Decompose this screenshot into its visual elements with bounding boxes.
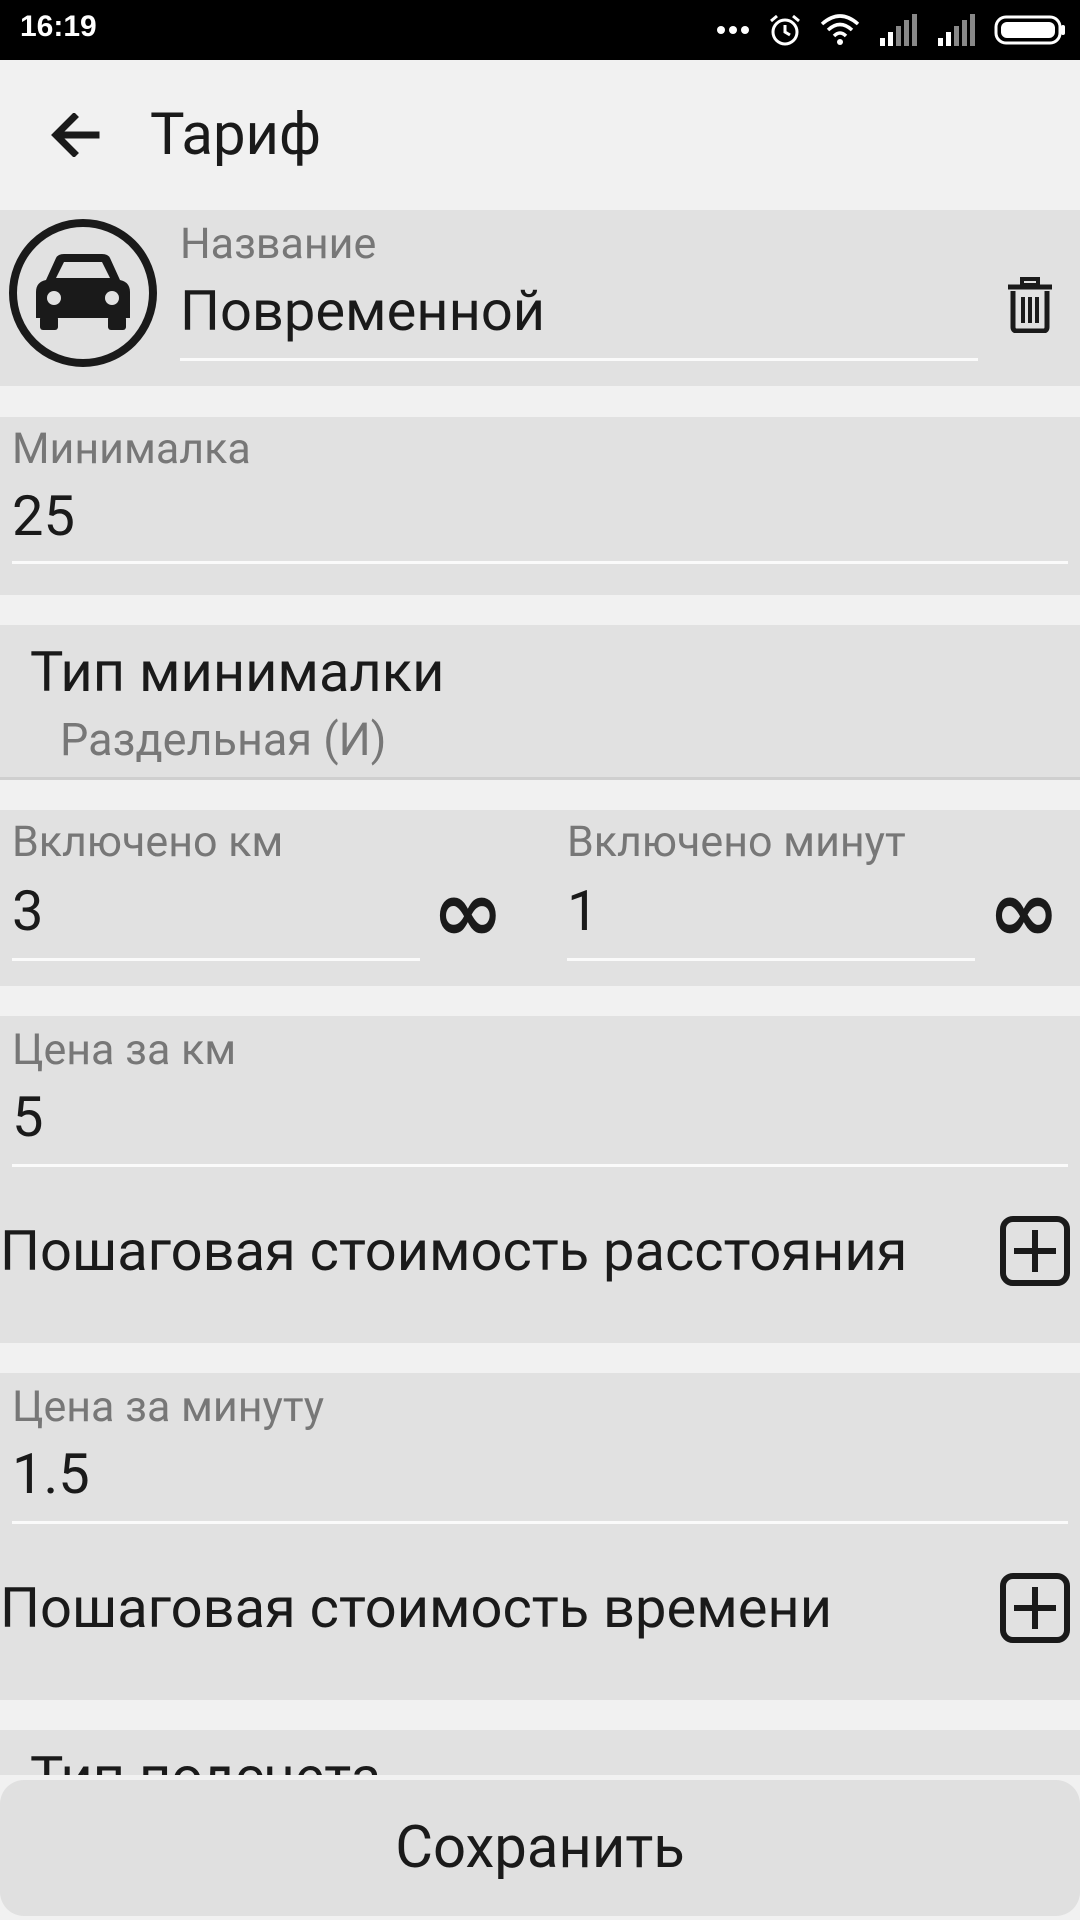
min-type-divider <box>0 777 1080 780</box>
distance-card: Цена за км 5 Пошаговая стоимость расстоя… <box>0 1016 1080 1343</box>
trash-icon <box>1008 277 1052 333</box>
plus-box-icon[interactable] <box>1000 1573 1070 1643</box>
alarm-icon <box>770 14 800 46</box>
calc-type-title: Тип подсчета <box>30 1742 381 1775</box>
min-price-underline <box>12 561 1068 564</box>
signal-icon-2 <box>938 14 975 46</box>
price-min-underline <box>12 1521 1068 1524</box>
calc-type-selector[interactable]: Тип подсчета <box>0 1730 1080 1775</box>
min-type-title: Тип минималки <box>30 639 445 705</box>
included-min-label: Включено минут <box>567 817 906 867</box>
included-min-infinity-button[interactable]: ∞ <box>988 869 1060 955</box>
min-price-input[interactable]: 25 <box>12 483 75 549</box>
wifi-icon <box>820 14 860 45</box>
tariff-form: Название Повременной Минималка 25 Тип ми… <box>0 210 1080 1775</box>
name-card: Название Повременной <box>0 210 1080 386</box>
included-min-input[interactable]: 1 <box>567 878 598 944</box>
page-title: Тариф <box>150 101 322 169</box>
included-card: Включено км 3 ∞ Включено минут 1 ∞ <box>0 810 1080 986</box>
price-km-underline <box>12 1164 1068 1167</box>
name-label: Название <box>180 219 377 269</box>
included-min-underline <box>567 958 975 961</box>
min-type-value: Раздельная (И) <box>60 713 387 766</box>
price-min-input[interactable]: 1.5 <box>12 1441 90 1507</box>
save-button[interactable]: Сохранить <box>0 1780 1080 1916</box>
name-underline <box>180 358 978 361</box>
status-time: 16:19 <box>20 10 97 43</box>
tariff-icon-button[interactable] <box>8 218 158 368</box>
more-dots-icon <box>717 26 749 34</box>
status-icons <box>716 10 1066 50</box>
step-time-label: Пошаговая стоимость времени <box>0 1575 833 1641</box>
plus-box-icon[interactable] <box>1000 1216 1070 1286</box>
arrow-back-icon <box>51 113 100 157</box>
included-km-underline <box>12 958 420 961</box>
step-distance-label: Пошаговая стоимость расстояния <box>0 1218 908 1284</box>
price-km-label: Цена за км <box>12 1025 237 1075</box>
min-type-selector[interactable]: Тип минималки Раздельная (И) <box>0 625 1080 777</box>
included-km-label: Включено км <box>12 817 284 867</box>
status-bar: 16:19 <box>0 0 1080 60</box>
included-km-infinity-button[interactable]: ∞ <box>432 869 504 955</box>
min-price-card: Минималка 25 <box>0 417 1080 595</box>
name-input[interactable]: Повременной <box>180 278 545 344</box>
app-bar: Тариф <box>0 60 1080 210</box>
min-price-label: Минималка <box>12 424 251 474</box>
price-min-label: Цена за минуту <box>12 1382 325 1432</box>
price-km-input[interactable]: 5 <box>12 1084 43 1150</box>
car-icon <box>9 219 157 367</box>
battery-icon <box>994 15 1065 45</box>
included-km-input[interactable]: 3 <box>12 878 43 944</box>
signal-icon <box>880 14 917 46</box>
time-card: Цена за минуту 1.5 Пошаговая стоимость в… <box>0 1373 1080 1700</box>
back-button[interactable] <box>40 105 110 165</box>
delete-button[interactable] <box>1000 270 1060 340</box>
